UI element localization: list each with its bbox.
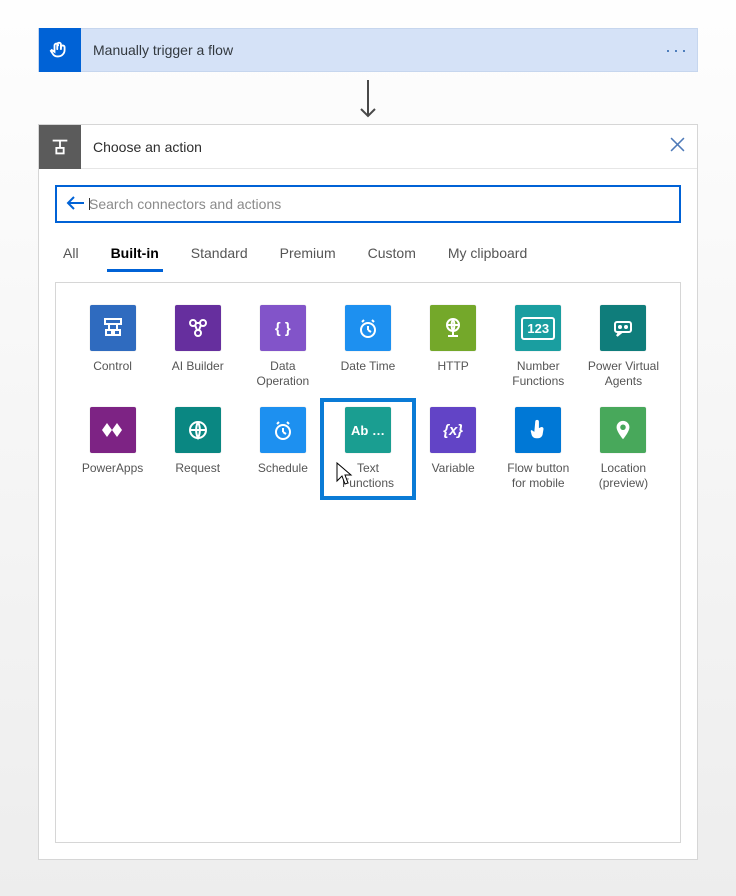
action-header: Choose an action bbox=[39, 125, 697, 169]
request-icon bbox=[175, 407, 221, 453]
tab-built-in[interactable]: Built-in bbox=[107, 237, 163, 272]
tab-custom[interactable]: Custom bbox=[364, 237, 420, 271]
connector-label: AI Builder bbox=[172, 359, 224, 374]
action-title: Choose an action bbox=[81, 139, 657, 155]
connector-label: Schedule bbox=[258, 461, 308, 476]
connector-label: PowerApps bbox=[82, 461, 143, 476]
control-icon bbox=[90, 305, 136, 351]
connector-label: Data Operation bbox=[257, 359, 310, 389]
connector-number-functions[interactable]: 123 Number Functions bbox=[500, 305, 577, 389]
connector-label: Number Functions bbox=[512, 359, 564, 389]
connector-label: Power Virtual Agents bbox=[588, 359, 659, 389]
category-tabs: All Built-in Standard Premium Custom My … bbox=[59, 237, 677, 272]
connector-text-functions[interactable]: Ab … Text Functions bbox=[329, 407, 406, 491]
datetime-icon bbox=[345, 305, 391, 351]
connector-schedule[interactable]: Schedule bbox=[244, 407, 321, 491]
search-box[interactable] bbox=[55, 185, 681, 223]
connector-label: Control bbox=[93, 359, 132, 374]
schedule-icon bbox=[260, 407, 306, 453]
data-operation-icon: { } bbox=[260, 305, 306, 351]
tab-my-clipboard[interactable]: My clipboard bbox=[444, 237, 531, 271]
back-arrow-icon[interactable] bbox=[63, 194, 89, 215]
connector-request[interactable]: Request bbox=[159, 407, 236, 491]
connector-variable[interactable]: {x} Variable bbox=[415, 407, 492, 491]
connector-label: Location (preview) bbox=[599, 461, 648, 491]
touch-icon bbox=[39, 28, 81, 72]
connector-powerapps[interactable]: PowerApps bbox=[74, 407, 151, 491]
flow-arrow-icon bbox=[356, 78, 380, 122]
connector-label: HTTP bbox=[437, 359, 468, 374]
powerapps-icon bbox=[90, 407, 136, 453]
connector-http[interactable]: HTTP bbox=[415, 305, 492, 389]
pva-icon bbox=[600, 305, 646, 351]
trigger-card[interactable]: Manually trigger a flow ··· bbox=[38, 28, 698, 72]
tab-premium[interactable]: Premium bbox=[276, 237, 340, 271]
connector-label: Date Time bbox=[341, 359, 396, 374]
trigger-more-menu[interactable]: ··· bbox=[657, 40, 697, 61]
connector-location[interactable]: Location (preview) bbox=[585, 407, 662, 491]
connectors-panel: Control AI Builder { } Data bbox=[55, 282, 681, 843]
close-icon[interactable] bbox=[657, 136, 697, 157]
connector-label: Flow button for mobile bbox=[507, 461, 569, 491]
connector-control[interactable]: Control bbox=[74, 305, 151, 389]
choose-action-card: Choose an action bbox=[38, 124, 698, 860]
tab-standard[interactable]: Standard bbox=[187, 237, 252, 271]
trigger-title: Manually trigger a flow bbox=[81, 42, 657, 58]
connector-label: Text Functions bbox=[342, 461, 394, 491]
flow-button-icon bbox=[515, 407, 561, 453]
http-icon bbox=[430, 305, 476, 351]
text-functions-icon: Ab … bbox=[345, 407, 391, 453]
connector-pva[interactable]: Power Virtual Agents bbox=[585, 305, 662, 389]
connector-date-time[interactable]: Date Time bbox=[329, 305, 406, 389]
connector-label: Variable bbox=[432, 461, 475, 476]
ai-builder-icon bbox=[175, 305, 221, 351]
number-icon: 123 bbox=[515, 305, 561, 351]
action-icon bbox=[39, 125, 81, 169]
connector-label: Request bbox=[175, 461, 220, 476]
search-input[interactable] bbox=[89, 194, 673, 214]
tab-all[interactable]: All bbox=[59, 237, 83, 271]
connector-flow-button[interactable]: Flow button for mobile bbox=[500, 407, 577, 491]
connector-data-operation[interactable]: { } Data Operation bbox=[244, 305, 321, 389]
location-icon bbox=[600, 407, 646, 453]
connector-ai-builder[interactable]: AI Builder bbox=[159, 305, 236, 389]
variable-icon: {x} bbox=[430, 407, 476, 453]
